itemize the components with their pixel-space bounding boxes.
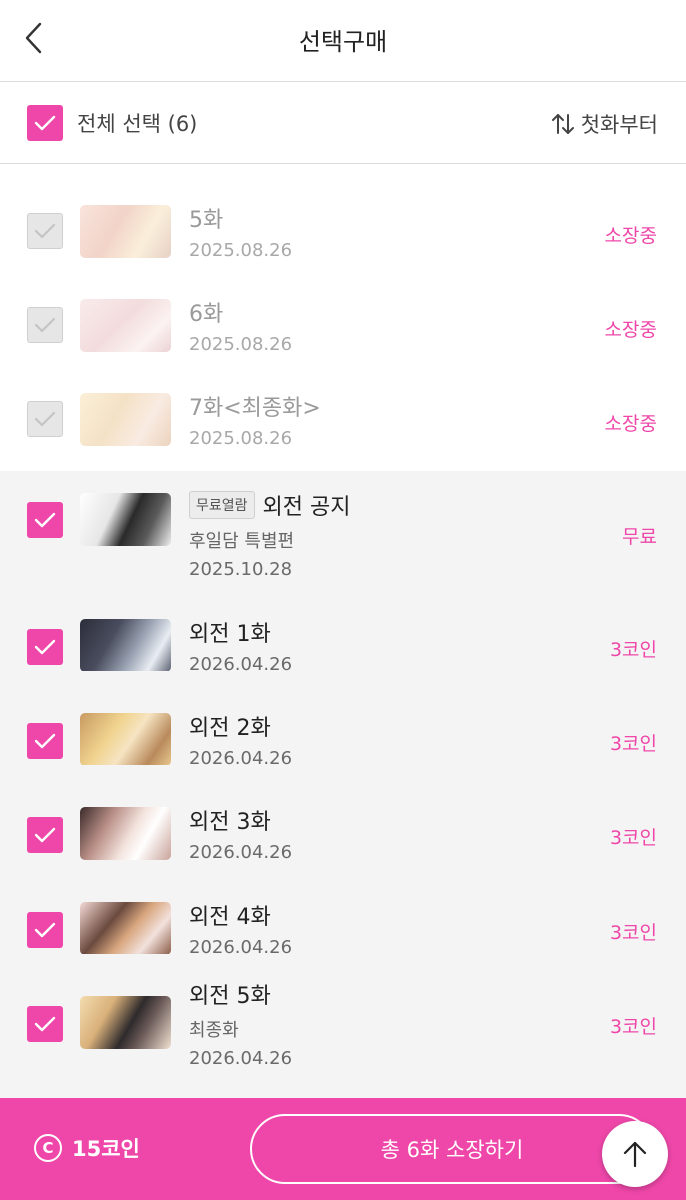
episode-title: 외전 4화 xyxy=(189,905,271,930)
episode-thumbnail xyxy=(80,996,171,1049)
episode-row[interactable]: 무료열람 외전 공지 후일담 특별편 2025.10.28 무료 xyxy=(0,471,686,580)
episode-price: 3코인 xyxy=(609,827,657,849)
episode-thumbnail xyxy=(80,807,171,860)
sort-order-button[interactable]: 첫화부터 xyxy=(551,109,658,139)
episode-checkbox[interactable] xyxy=(27,817,63,853)
check-icon xyxy=(34,827,56,843)
check-icon xyxy=(34,1016,56,1032)
episode-checkbox-disabled xyxy=(27,213,63,249)
check-icon xyxy=(34,223,56,239)
page-title: 선택구매 xyxy=(298,28,388,56)
episode-date: 2025.08.26 xyxy=(189,240,293,261)
free-view-badge: 무료열람 xyxy=(189,491,255,519)
episode-checkbox[interactable] xyxy=(27,912,63,948)
episode-title: 7화<최종화> xyxy=(189,396,321,421)
episode-row[interactable]: 외전 4화 2026.04.26 3코인 xyxy=(0,860,686,958)
episode-status: 소장중 xyxy=(604,413,657,435)
episode-list: 5화 2025.08.26 소장중 6화 2025.08.26 소장중 7화<최… xyxy=(0,164,686,1098)
select-bar: 전체 선택 (6) 첫화부터 xyxy=(0,83,686,164)
episode-price: 무료 xyxy=(622,526,657,548)
episode-thumbnail xyxy=(80,902,171,955)
episode-subtitle: 후일담 특별편 xyxy=(189,531,295,552)
episode-status: 소장중 xyxy=(604,225,657,247)
scroll-to-top-button[interactable] xyxy=(602,1121,668,1187)
episode-title: 외전 5화 xyxy=(189,984,271,1009)
select-all-toggle[interactable]: 전체 선택 (6) xyxy=(27,105,197,141)
episode-row-owned[interactable]: 7화<최종화> 2025.08.26 소장중 xyxy=(0,353,686,471)
episode-thumbnail xyxy=(80,713,171,766)
check-icon xyxy=(34,317,56,333)
arrow-up-icon xyxy=(623,1141,647,1168)
episode-title: 6화 xyxy=(189,302,224,327)
episode-date: 2025.08.26 xyxy=(189,334,293,355)
sort-order-label: 첫화부터 xyxy=(580,113,658,137)
episode-subtitle: 최종화 xyxy=(189,1020,239,1041)
episode-checkbox[interactable] xyxy=(27,502,63,538)
episode-row-owned[interactable]: 6화 2025.08.26 소장중 xyxy=(0,259,686,355)
top-bar: 선택구매 xyxy=(0,0,686,82)
episode-title: 5화 xyxy=(189,208,224,233)
check-icon xyxy=(34,922,56,938)
purchase-bar: C 15코인 총 6화 소장하기 xyxy=(0,1098,686,1200)
check-icon xyxy=(34,411,56,427)
episode-row[interactable]: 외전 5화 최종화 2026.04.26 3코인 xyxy=(0,954,686,1098)
episode-thumbnail xyxy=(80,619,171,672)
episode-title-line: 무료열람 외전 공지 xyxy=(189,489,351,521)
buy-selected-label: 총 6화 소장하기 xyxy=(380,1138,524,1162)
episode-thumbnail xyxy=(80,493,171,546)
episode-title: 외전 2화 xyxy=(189,716,271,741)
episode-row[interactable]: 외전 1화 2026.04.26 3코인 xyxy=(0,577,686,675)
episode-checkbox-disabled xyxy=(27,401,63,437)
coin-icon: C xyxy=(34,1134,62,1162)
buy-selected-button[interactable]: 총 6화 소장하기 xyxy=(250,1114,654,1184)
episode-price: 3코인 xyxy=(609,639,657,661)
episode-row[interactable]: 외전 3화 2026.04.26 3코인 xyxy=(0,765,686,863)
episode-thumbnail xyxy=(80,299,171,352)
episode-checkbox[interactable] xyxy=(27,629,63,665)
check-icon xyxy=(34,512,56,528)
episode-title: 외전 1화 xyxy=(189,622,271,647)
coin-balance: C 15코인 xyxy=(34,1133,140,1163)
episode-date: 2025.08.26 xyxy=(189,428,293,449)
episode-thumbnail xyxy=(80,393,171,446)
check-icon xyxy=(34,639,56,655)
episode-price: 3코인 xyxy=(609,733,657,755)
episode-price: 3코인 xyxy=(609,922,657,944)
episode-checkbox[interactable] xyxy=(27,1006,63,1042)
episode-checkbox[interactable] xyxy=(27,723,63,759)
episode-thumbnail xyxy=(80,205,171,258)
episode-row-owned[interactable]: 5화 2025.08.26 소장중 xyxy=(0,164,686,261)
episode-row[interactable]: 외전 2화 2026.04.26 3코인 xyxy=(0,671,686,769)
select-all-checkbox[interactable] xyxy=(27,105,63,141)
episode-title: 외전 3화 xyxy=(189,810,271,835)
check-icon xyxy=(34,115,56,131)
episode-date: 2026.04.26 xyxy=(189,1048,293,1069)
episode-title: 외전 공지 xyxy=(262,495,351,520)
coin-balance-value: 15코인 xyxy=(72,1137,140,1161)
episode-price: 3코인 xyxy=(609,1016,657,1038)
episode-status: 소장중 xyxy=(604,319,657,341)
episode-checkbox-disabled xyxy=(27,307,63,343)
sort-arrows-icon xyxy=(551,114,574,134)
check-icon xyxy=(34,733,56,749)
select-all-label: 전체 선택 (6) xyxy=(77,112,198,136)
